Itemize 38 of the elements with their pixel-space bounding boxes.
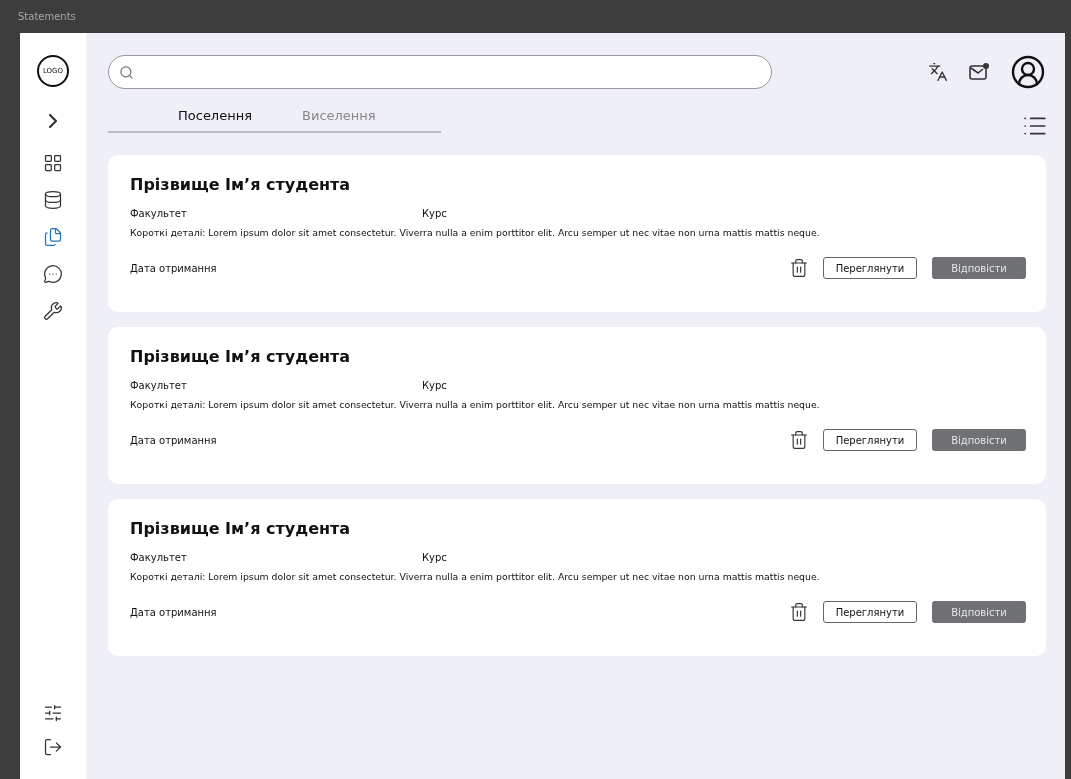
reply-button[interactable]: Відповісти [932, 429, 1026, 451]
database-icon[interactable] [43, 190, 63, 210]
trash-icon[interactable] [789, 602, 809, 622]
faculty-label: Факультет [130, 380, 188, 391]
details-text: Короткі деталі: Lorem ipsum dolor sit amet consectetur. Viverra nulla a enim porttitor elit. Arcu semper ut nec vitae non urna mattis mattis neque. [130, 571, 821, 582]
profile-icon[interactable] [1010, 54, 1046, 90]
date-label: Дата отримання [130, 606, 218, 618]
tab[interactable]: Поселення [178, 108, 252, 123]
student-name: Прізвище Ім’я студента [130, 347, 352, 366]
details-text: Короткі деталі: Lorem ipsum dolor sit amet consectetur. Viverra nulla a enim porttitor elit. Arcu semper ut nec vitae non urna mattis mattis neque. [130, 227, 821, 238]
view-button[interactable]: Переглянути [823, 429, 917, 451]
course-label: Курс [422, 208, 448, 219]
translate-icon[interactable] [928, 62, 948, 82]
date-label: Дата отримання [130, 262, 218, 274]
grid-icon[interactable] [43, 153, 63, 173]
trash-icon[interactable] [789, 258, 809, 278]
reply-button[interactable]: Відповісти [932, 601, 1026, 623]
course-label: Курс [422, 552, 448, 563]
chat-icon[interactable] [43, 264, 63, 284]
course-label: Курс [422, 380, 448, 391]
search-icon [119, 64, 134, 80]
window-title: Statements [18, 11, 76, 22]
date-label: Дата отримання [130, 434, 218, 446]
trash-icon[interactable] [789, 430, 809, 450]
sliders-icon[interactable] [43, 703, 63, 723]
student-name: Прізвище Ім’я студента [130, 175, 352, 194]
documents-icon[interactable] [43, 227, 63, 247]
details-text: Короткі деталі: Lorem ipsum dolor sit amet consectetur. Viverra nulla a enim porttitor elit. Arcu semper ut nec vitae non urna mattis mattis neque. [130, 399, 821, 410]
wrench-icon[interactable] [43, 301, 63, 321]
view-button[interactable]: Переглянути [823, 601, 917, 623]
view-button[interactable]: Переглянути [823, 257, 917, 279]
mail-icon[interactable] [968, 62, 990, 82]
search-field[interactable] [108, 55, 772, 89]
student-name: Прізвище Ім’я студента [130, 519, 352, 538]
logout-icon[interactable] [43, 737, 63, 757]
reply-button[interactable]: Відповісти [932, 257, 1026, 279]
faculty-label: Факультет [130, 552, 188, 563]
faculty-label: Факультет [130, 208, 188, 219]
